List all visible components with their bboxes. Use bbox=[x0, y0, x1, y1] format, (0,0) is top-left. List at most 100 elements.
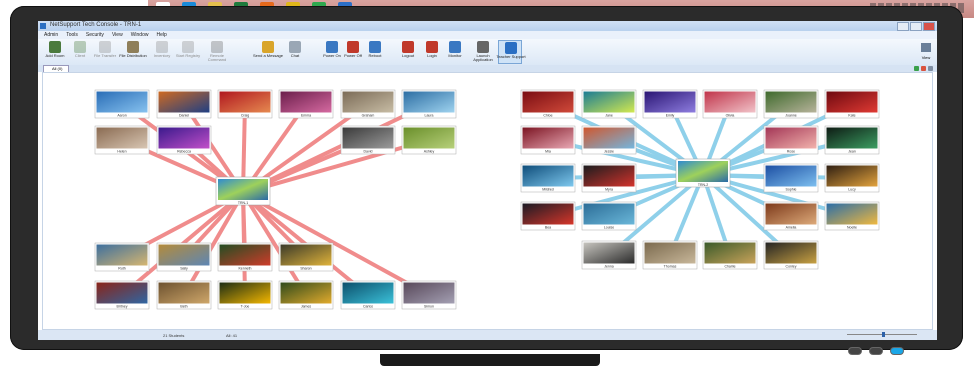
menu-help[interactable]: Help bbox=[156, 32, 166, 38]
client-tile[interactable]: Sally bbox=[156, 242, 212, 272]
client-tile[interactable]: Jean bbox=[824, 125, 880, 155]
inv-button[interactable]: Inventory bbox=[150, 40, 174, 64]
login-button[interactable]: Login bbox=[420, 40, 444, 64]
message-icon bbox=[262, 41, 274, 53]
monitor-buttons bbox=[848, 347, 904, 355]
dist-label: File Distribution bbox=[119, 53, 147, 58]
client-thumbnail bbox=[280, 282, 332, 304]
dist-button[interactable]: File Distribution bbox=[119, 40, 147, 64]
client-tile[interactable]: Aaron bbox=[94, 89, 150, 119]
add-button[interactable]: Add Room bbox=[43, 40, 67, 64]
play-icon[interactable] bbox=[914, 66, 919, 71]
reg-button[interactable]: Start Registry bbox=[176, 40, 200, 64]
teacher-label: Teacher Support bbox=[496, 54, 526, 59]
client-thumbnail bbox=[280, 91, 332, 113]
client-name: Daniel bbox=[179, 114, 189, 118]
client-tile[interactable]: Olivia bbox=[702, 89, 758, 119]
zoom-slider[interactable] bbox=[837, 332, 927, 337]
client-tile[interactable]: Charlie bbox=[702, 240, 758, 270]
poff-button[interactable]: Power Off bbox=[341, 40, 365, 64]
power-off-icon bbox=[347, 41, 359, 53]
client-icon bbox=[74, 41, 86, 53]
client-tile[interactable]: Sophie bbox=[763, 163, 819, 193]
client-tile[interactable]: T-Joe bbox=[217, 280, 273, 310]
menu-window[interactable]: Window bbox=[131, 32, 149, 38]
client-name: Emily bbox=[666, 114, 675, 118]
client-tile[interactable]: Sharon bbox=[278, 242, 334, 272]
client-tile[interactable]: Joanne bbox=[763, 89, 819, 119]
client-tile[interactable]: Louise bbox=[581, 201, 637, 231]
rem-button[interactable]: Remote Command bbox=[205, 40, 229, 64]
chat-button[interactable]: Chat bbox=[283, 40, 307, 64]
client-button[interactable]: Client bbox=[68, 40, 92, 64]
client-thumbnail bbox=[826, 165, 878, 187]
client-tile[interactable]: Beth bbox=[156, 280, 212, 310]
client-tile[interactable]: Helen bbox=[94, 125, 150, 155]
client-tile[interactable]: Mildred bbox=[520, 163, 576, 193]
client-tile[interactable]: Lucy bbox=[824, 163, 880, 193]
menu-security[interactable]: Security bbox=[86, 32, 104, 38]
client-name: Charlie bbox=[724, 265, 735, 269]
minimize-button[interactable] bbox=[897, 22, 909, 31]
logout-button[interactable]: Logout bbox=[396, 40, 420, 64]
client-thumbnail bbox=[583, 203, 635, 225]
client-tile[interactable]: Rose bbox=[763, 125, 819, 155]
client-tile[interactable]: David bbox=[340, 125, 396, 155]
menu-admin[interactable]: Admin bbox=[44, 32, 58, 38]
client-tile[interactable]: Daniel bbox=[156, 89, 212, 119]
maximize-button[interactable] bbox=[910, 22, 922, 31]
client-tile[interactable]: Jessie bbox=[581, 125, 637, 155]
status-bar: 21 Students All: 41 bbox=[38, 330, 937, 340]
client-name: Amelia bbox=[786, 226, 797, 230]
mnt-button[interactable]: Monitor bbox=[443, 40, 467, 64]
client-name: Graham bbox=[362, 114, 375, 118]
close-button[interactable] bbox=[923, 22, 935, 31]
client-tile[interactable]: Thomas bbox=[642, 240, 698, 270]
files-button[interactable]: File Transfer bbox=[93, 40, 117, 64]
client-tile[interactable]: Noelle bbox=[824, 201, 880, 231]
client-tile[interactable]: Laura bbox=[401, 89, 457, 119]
client-tile[interactable]: Conley bbox=[763, 240, 819, 270]
client-tile[interactable]: Mia bbox=[520, 125, 576, 155]
client-tile[interactable]: Carlos bbox=[340, 280, 396, 310]
client-tile[interactable]: Britney bbox=[94, 280, 150, 310]
client-tile[interactable]: Kate bbox=[824, 89, 880, 119]
client-tile[interactable]: Jenna bbox=[581, 240, 637, 270]
client-tile[interactable]: Simon bbox=[401, 280, 457, 310]
client-tile[interactable]: Ashley bbox=[401, 125, 457, 155]
client-tile[interactable]: Rebecca bbox=[156, 125, 212, 155]
client-tile[interactable]: Kenneth bbox=[217, 242, 273, 272]
left-room-center[interactable]: TRN-1 bbox=[215, 176, 271, 206]
client-name: Britney bbox=[117, 305, 128, 309]
client-thumbnail bbox=[583, 91, 635, 113]
msg-button[interactable]: Send a Message bbox=[253, 40, 283, 64]
view-button[interactable]: View bbox=[919, 40, 933, 64]
teacher-button[interactable]: Teacher Support bbox=[496, 40, 526, 64]
tab-all[interactable]: All (0) bbox=[43, 65, 69, 72]
stop-icon[interactable] bbox=[921, 66, 926, 71]
client-tile[interactable]: Jane bbox=[581, 89, 637, 119]
reboot-button[interactable]: Reboot bbox=[363, 40, 387, 64]
client-name: Ashley bbox=[424, 150, 435, 154]
client-tile[interactable]: Chloe bbox=[520, 89, 576, 119]
launch-button[interactable]: Launch Application bbox=[471, 40, 495, 64]
right-room-center[interactable]: TRN-2 bbox=[675, 158, 731, 188]
client-tile[interactable]: Graham bbox=[340, 89, 396, 119]
client-tile[interactable]: Myra bbox=[581, 163, 637, 193]
client-thumbnail bbox=[219, 91, 271, 113]
client-tile[interactable]: Craig bbox=[217, 89, 273, 119]
client-thumbnail bbox=[219, 244, 271, 266]
menu-tools[interactable]: Tools bbox=[66, 32, 78, 38]
client-tile[interactable]: Amelia bbox=[763, 201, 819, 231]
client-tile[interactable]: Emily bbox=[642, 89, 698, 119]
client-tile[interactable]: James bbox=[278, 280, 334, 310]
power-on-icon bbox=[326, 41, 338, 53]
client-tile[interactable]: Emma bbox=[278, 89, 334, 119]
options-icon[interactable] bbox=[928, 66, 933, 71]
client-thumbnail bbox=[158, 91, 210, 113]
client-tile[interactable]: Ruth bbox=[94, 242, 150, 272]
client-tile[interactable]: Bea bbox=[520, 201, 576, 231]
zoom-knob[interactable] bbox=[882, 332, 885, 337]
menu-view[interactable]: View bbox=[112, 32, 123, 38]
window-title: NetSupport Tech Console - TRN-1 bbox=[50, 22, 142, 28]
